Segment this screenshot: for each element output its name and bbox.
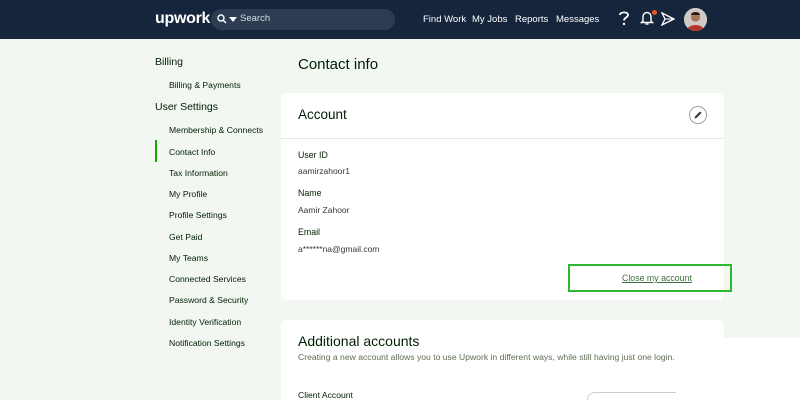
pencil-icon [694, 111, 702, 119]
avatar-image [684, 8, 707, 31]
sidebar-item-notification-settings[interactable]: Notification Settings [169, 338, 245, 348]
user-id-value: aamirzahoor1 [298, 166, 350, 176]
sidebar-heading-user-settings: User Settings [155, 101, 219, 113]
sidebar-item-contact-info[interactable]: Contact Info [169, 147, 215, 157]
edit-account-button[interactable] [689, 106, 707, 124]
search-placeholder[interactable]: Search [240, 13, 270, 24]
sidebar-item-get-paid[interactable]: Get Paid [169, 232, 202, 242]
white-patch [676, 338, 800, 400]
active-indicator [155, 140, 157, 162]
send-icon[interactable] [661, 12, 675, 26]
sidebar-item-identity-verification[interactable]: Identity Verification [169, 317, 241, 327]
client-account-label: Client Account [298, 390, 353, 400]
notification-dot [652, 10, 657, 15]
chevron-down-icon[interactable] [229, 17, 237, 22]
additional-accounts-description: Creating a new account allows you to use… [298, 352, 675, 362]
search-icon [217, 14, 227, 24]
sidebar-item-tax-information[interactable]: Tax Information [169, 168, 228, 178]
highlight-annotation [568, 264, 732, 292]
name-label: Name [298, 188, 322, 198]
sidebar-item-profile-settings[interactable]: Profile Settings [169, 210, 227, 220]
avatar[interactable] [684, 8, 707, 31]
sidebar-item-my-teams[interactable]: My Teams [169, 253, 208, 263]
additional-accounts-title: Additional accounts [298, 333, 420, 349]
email-value: a******na@gmail.com [298, 244, 380, 254]
sidebar-item-password-security[interactable]: Password & Security [169, 295, 248, 305]
top-navigation: upwork Search Find Work My Jobs Reports … [0, 0, 800, 39]
sidebar-item-billing-payments[interactable]: Billing & Payments [169, 80, 241, 90]
sidebar-heading-billing: Billing [155, 56, 184, 68]
sidebar-item-connected-services[interactable]: Connected Services [169, 274, 246, 284]
search-bar[interactable]: Search [211, 9, 395, 30]
user-id-label: User ID [298, 150, 328, 160]
additional-accounts-card: Additional accounts Creating a new accou… [281, 320, 724, 400]
sidebar-item-membership[interactable]: Membership & Connects [169, 125, 263, 135]
email-label: Email [298, 227, 320, 237]
nav-find-work[interactable]: Find Work [423, 14, 466, 25]
help-icon[interactable] [618, 10, 630, 26]
upwork-logo[interactable]: upwork [155, 10, 210, 28]
nav-messages[interactable]: Messages [556, 14, 599, 25]
nav-reports[interactable]: Reports [515, 14, 548, 25]
account-title: Account [298, 107, 347, 122]
nav-my-jobs[interactable]: My Jobs [472, 14, 507, 25]
name-value: Aamir Zahoor [298, 205, 350, 215]
sidebar-item-my-profile[interactable]: My Profile [169, 189, 207, 199]
card-divider [281, 138, 724, 139]
page-title: Contact info [298, 56, 379, 73]
